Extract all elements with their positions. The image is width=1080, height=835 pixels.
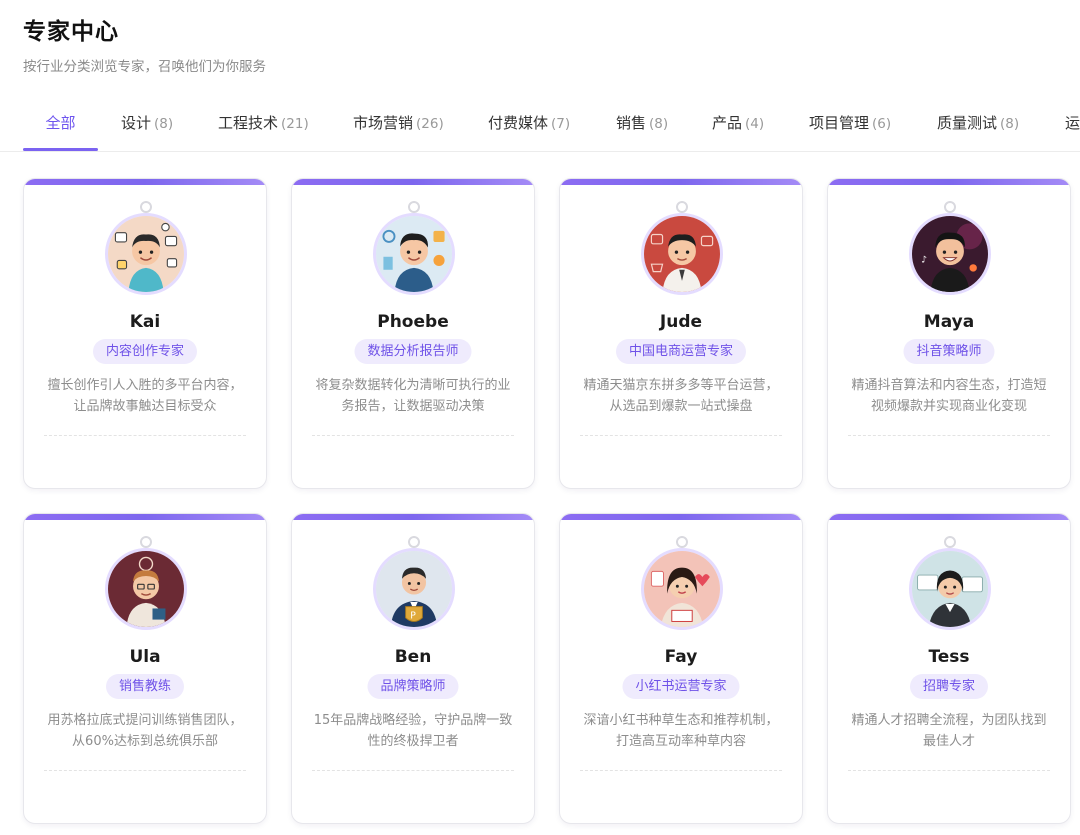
expert-role-badge: 小红书运营专家 <box>622 674 740 699</box>
expert-card-ben[interactable]: P Ben 品牌策略师 15年品牌战略经验，守护品牌一致性的终极捍卫者 <box>291 513 535 824</box>
card-divider <box>312 770 514 771</box>
expert-role-badge: 销售教练 <box>105 674 185 699</box>
card-hook-icon <box>944 201 956 213</box>
card-accent-bar <box>560 514 802 520</box>
expert-role-badge: 数据分析报告师 <box>354 339 472 364</box>
tab-marketing[interactable]: 市场营销 (26) <box>353 100 444 151</box>
card-accent-bar <box>292 179 534 185</box>
expert-card-tess[interactable]: Tess 招聘专家 精通人才招聘全流程，为团队找到最佳人才 <box>827 513 1071 824</box>
card-hook-icon <box>408 201 420 213</box>
brand-strategist-avatar: P <box>373 548 455 630</box>
card-divider <box>580 770 782 771</box>
expert-card-ula[interactable]: Ula 销售教练 用苏格拉底式提问训练销售团队，从60%达标到总统俱乐部 <box>23 513 267 824</box>
expert-description: 用苏格拉底式提问训练销售团队，从60%达标到总统俱乐部 <box>47 713 243 749</box>
expert-name: Maya <box>923 312 975 332</box>
expert-card-jude[interactable]: Jude 中国电商运营专家 精通天猫京东拼多多等平台运营，从选品到爆款一站式操盘 <box>559 178 803 489</box>
expert-description: 将复杂数据转化为清晰可执行的业务报告，让数据驱动决策 <box>315 378 511 414</box>
card-divider <box>44 770 246 771</box>
tab-engineering[interactable]: 工程技术 (21) <box>218 100 309 151</box>
card-hook-icon <box>140 536 152 548</box>
expert-description: 擅长创作引人入胜的多平台内容，让品牌故事触达目标受众 <box>47 378 243 414</box>
content-creator-avatar <box>105 213 187 295</box>
page-subtitle: 按行业分类浏览专家，召唤他们为你服务 <box>23 59 266 75</box>
expert-role-badge: 招聘专家 <box>909 674 989 699</box>
tab-sales[interactable]: 销售 (8) <box>616 100 668 151</box>
card-divider <box>312 435 514 436</box>
expert-role-badge: 内容创作专家 <box>92 339 198 364</box>
expert-card-maya[interactable]: ♪ Maya 抖音策略师 精通抖音算法和内容生态，打造短视频爆款并实现商业化变现 <box>827 178 1071 489</box>
svg-text:P: P <box>410 611 416 622</box>
card-accent-bar <box>24 179 266 185</box>
expert-description: 精通天猫京东拼多多等平台运营，从选品到爆款一站式操盘 <box>583 378 779 414</box>
expert-role-badge: 品牌策略师 <box>367 674 459 699</box>
card-divider <box>44 435 246 436</box>
expert-name: Ben <box>394 647 432 667</box>
expert-name: Jude <box>659 312 703 332</box>
tab-paid-media[interactable]: 付费媒体 (7) <box>488 100 570 151</box>
douyin-strategist-avatar: ♪ <box>909 213 991 295</box>
expert-card-kai[interactable]: Kai 内容创作专家 擅长创作引人入胜的多平台内容，让品牌故事触达目标受众 <box>23 178 267 489</box>
tab-design[interactable]: 设计 (8) <box>121 100 173 151</box>
card-hook-icon <box>676 201 688 213</box>
expert-card-fay[interactable]: Fay 小红书运营专家 深谙小红书种草生态和推荐机制，打造高互动率种草内容 <box>559 513 803 824</box>
expert-name: Kai <box>129 312 161 332</box>
tab-all[interactable]: 全部 <box>23 100 98 151</box>
recruiter-avatar <box>909 548 991 630</box>
tab-product[interactable]: 产品 (4) <box>712 100 764 151</box>
expert-description: 深谙小红书种草生态和推荐机制，打造高互动率种草内容 <box>583 713 779 749</box>
card-accent-bar <box>828 514 1070 520</box>
card-hook-icon <box>140 201 152 213</box>
expert-name: Tess <box>928 647 970 667</box>
card-hook-icon <box>408 536 420 548</box>
expert-role-badge: 抖音策略师 <box>903 339 995 364</box>
expert-description: 精通抖音算法和内容生态，打造短视频爆款并实现商业化变现 <box>851 378 1047 414</box>
page-title: 专家中心 <box>23 19 119 45</box>
ecommerce-operator-avatar <box>641 213 723 295</box>
card-hook-icon <box>676 536 688 548</box>
card-divider <box>848 770 1050 771</box>
category-tabs: 全部 设计 (8) 工程技术 (21) 市场营销 (26) 付费媒体 (7) 销售 (8)… <box>0 100 1080 152</box>
expert-name: Ula <box>129 647 161 667</box>
card-accent-bar <box>828 179 1070 185</box>
expert-description: 精通人才招聘全流程，为团队找到最佳人才 <box>851 713 1047 749</box>
page-header: 专家中心 按行业分类浏览专家，召唤他们为你服务 <box>23 16 266 76</box>
card-accent-bar <box>292 514 534 520</box>
data-analyst-avatar <box>373 213 455 295</box>
xiaohongshu-operator-avatar <box>641 548 723 630</box>
card-divider <box>848 435 1050 436</box>
tab-operations[interactable]: 运 <box>1065 100 1080 151</box>
expert-description: 15年品牌战略经验，守护品牌一致性的终极捍卫者 <box>313 713 513 749</box>
expert-center-page: 专家中心 按行业分类浏览专家，召唤他们为你服务 全部 设计 (8) 工程技术 (21… <box>0 0 1080 835</box>
expert-name: Fay <box>664 647 698 667</box>
expert-card-phoebe[interactable]: Phoebe 数据分析报告师 将复杂数据转化为清晰可执行的业务报告，让数据驱动决… <box>291 178 535 489</box>
sales-coach-avatar <box>105 548 187 630</box>
card-accent-bar <box>560 179 802 185</box>
expert-name: Phoebe <box>377 312 449 332</box>
tab-quality-testing[interactable]: 质量测试 (8) <box>937 100 1019 151</box>
card-accent-bar <box>24 514 266 520</box>
expert-role-badge: 中国电商运营专家 <box>615 339 747 364</box>
card-hook-icon <box>944 536 956 548</box>
tab-project-management[interactable]: 项目管理 (6) <box>809 100 891 151</box>
card-divider <box>580 435 782 436</box>
svg-text:♪: ♪ <box>921 254 927 265</box>
